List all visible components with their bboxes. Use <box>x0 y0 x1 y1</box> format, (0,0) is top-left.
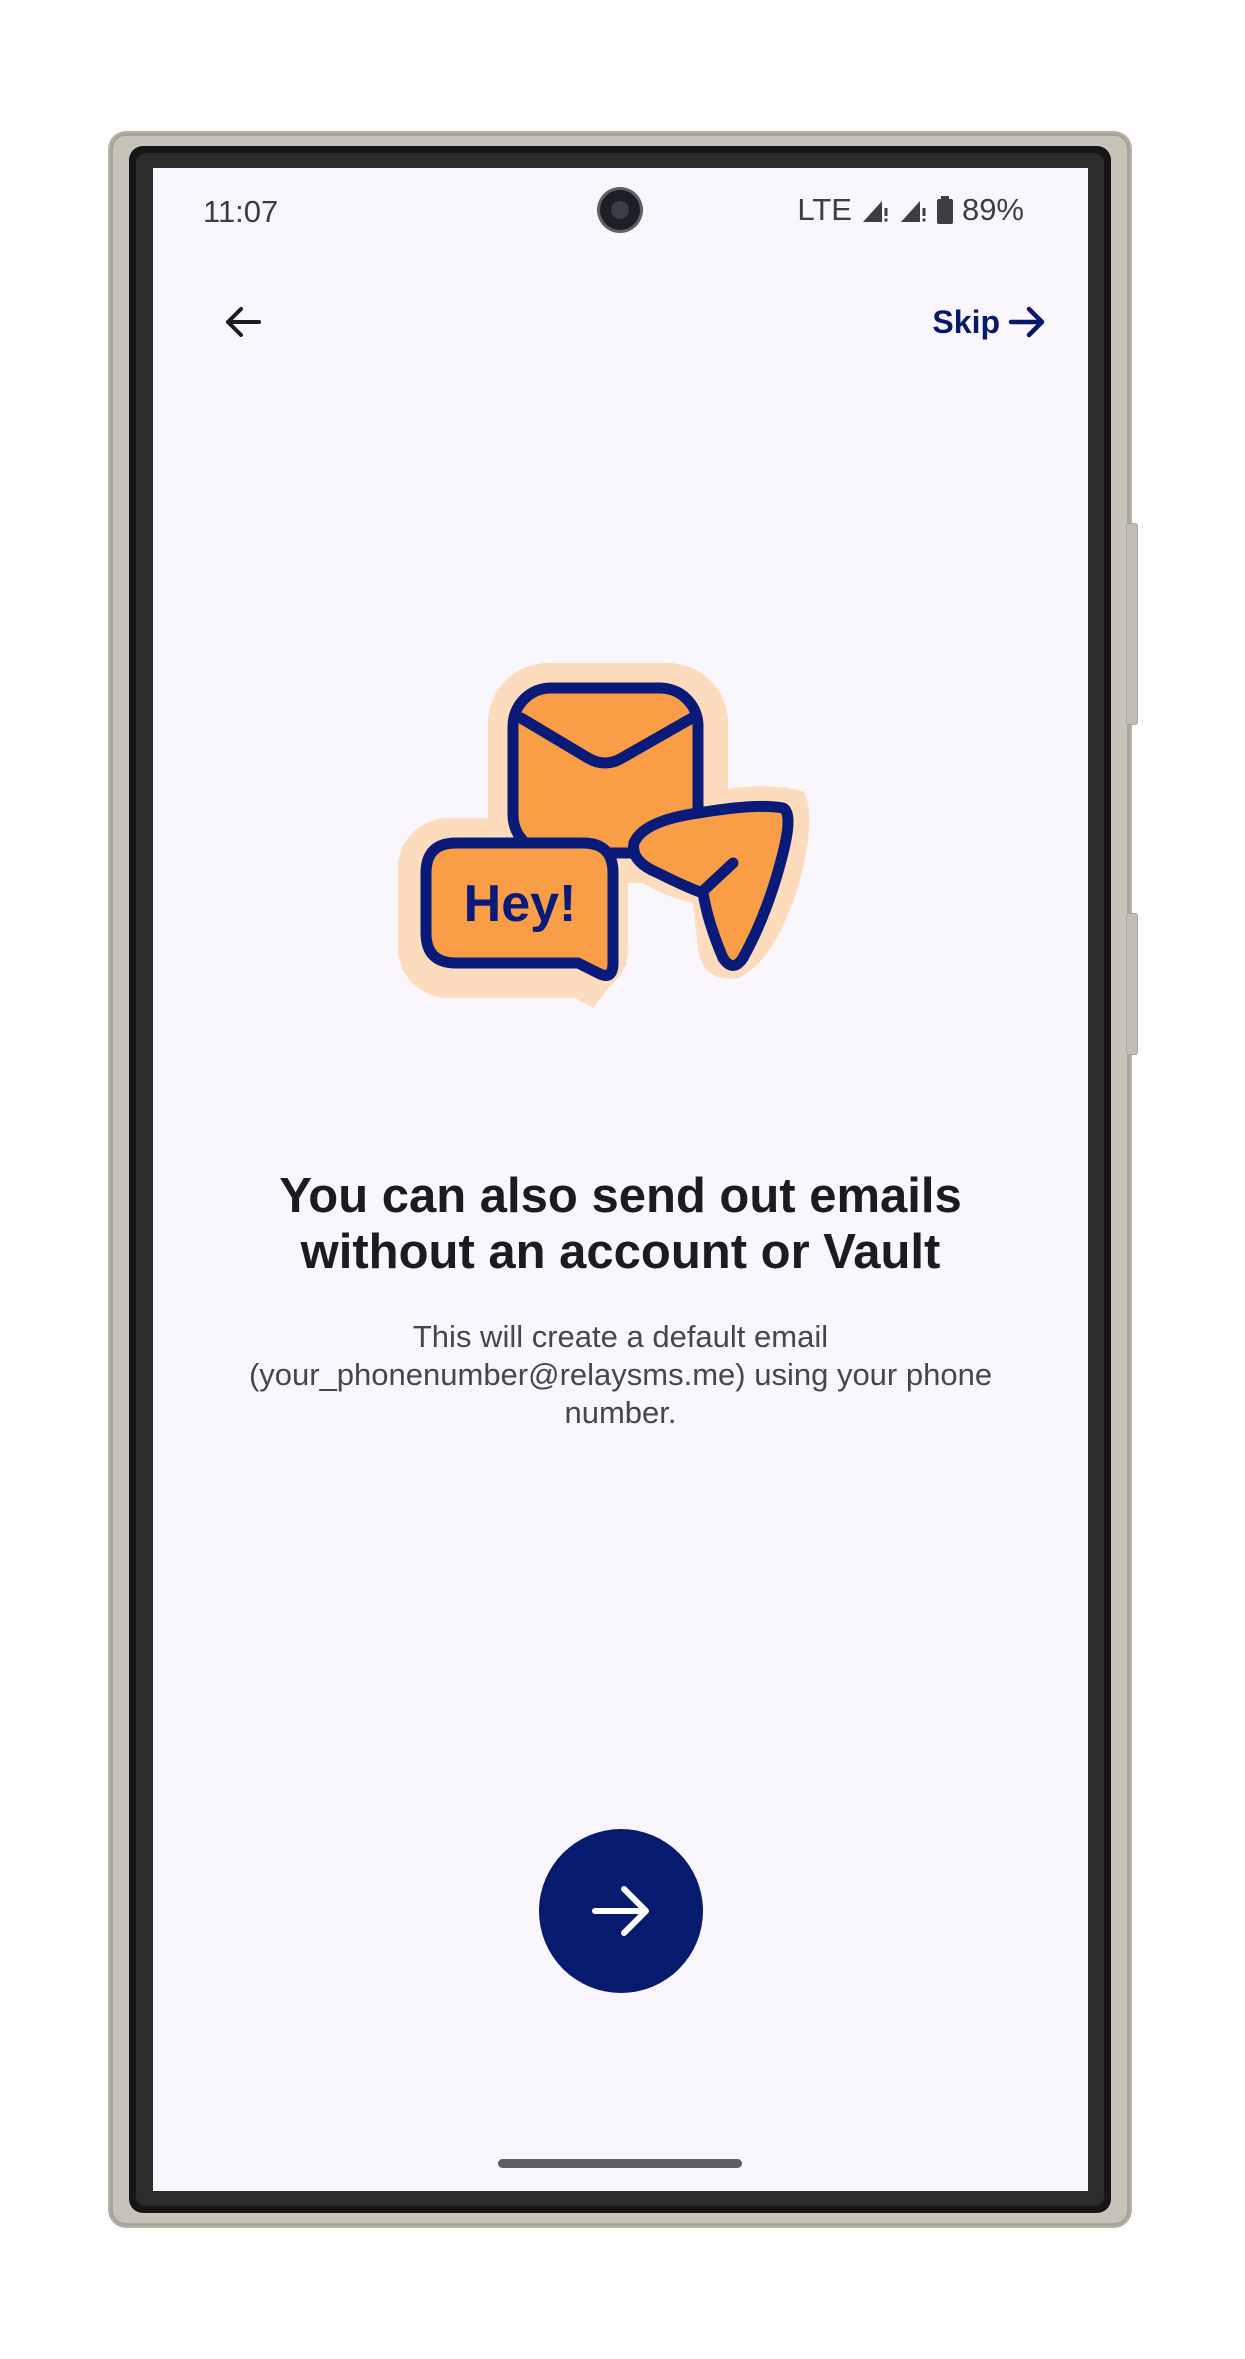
top-app-bar: Skip <box>153 278 1088 368</box>
arrow-left-icon <box>226 307 261 337</box>
onboarding-headline: You can also send out emails without an … <box>279 1169 962 1279</box>
status-time: 11:07 <box>203 194 279 229</box>
network-type: LTE <box>797 192 852 227</box>
bubble-text: Hey! <box>464 875 577 933</box>
signal-icon <box>860 195 890 225</box>
next-button[interactable] <box>539 1829 703 1993</box>
screen: 11:07 LTE 89% Skip Hey! You can also sen… <box>153 168 1088 2191</box>
onboarding-description: This will create a default email (your_p… <box>248 1319 993 1430</box>
home-indicator[interactable] <box>498 2159 742 2168</box>
speech-bubble-icon: Hey! <box>420 837 619 981</box>
phone-frame: 11:07 LTE 89% Skip Hey! You can also sen… <box>110 133 1138 2226</box>
skip-label: Skip <box>932 303 1000 340</box>
status-icons: LTE 89% <box>797 192 1024 228</box>
skip-button[interactable]: Skip <box>932 292 1048 352</box>
arrow-right-icon <box>592 1886 649 1936</box>
battery-icon <box>936 195 954 225</box>
arrow-right-icon <box>1008 306 1045 338</box>
signal-icon <box>898 195 928 225</box>
back-button[interactable] <box>213 292 273 352</box>
power-button <box>1126 913 1138 1055</box>
status-bar: 11:07 LTE 89% <box>153 168 1088 258</box>
messaging-illustration: Hey! <box>398 663 818 1008</box>
battery-level: 89% <box>961 192 1024 227</box>
volume-button <box>1126 523 1138 725</box>
front-camera <box>600 190 640 230</box>
